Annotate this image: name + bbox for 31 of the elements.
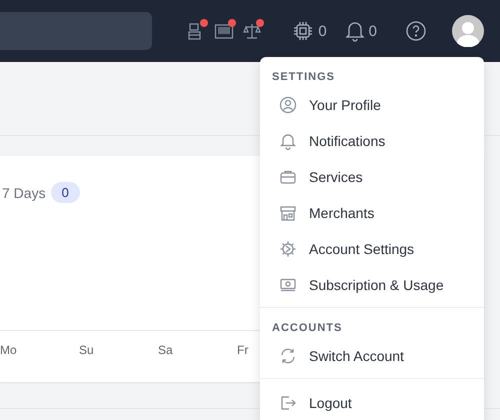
bell-icon[interactable] <box>344 20 365 42</box>
help-icon[interactable] <box>405 20 427 42</box>
axis-label: Su <box>79 343 95 359</box>
section-heading: SETTINGS <box>271 70 336 85</box>
menu-item[interactable]: Subscription & Usage <box>260 267 484 303</box>
profile-icon <box>279 96 297 114</box>
section-heading: ACCOUNTS <box>271 321 344 336</box>
search-field[interactable] <box>0 12 152 50</box>
menu-item[interactable]: Account Settings <box>260 231 484 267</box>
axis-label: Fr <box>237 343 250 359</box>
bell-icon <box>279 132 297 150</box>
chip-count: 0 <box>318 22 327 40</box>
axis-label: Sa <box>158 343 174 359</box>
avatar[interactable] <box>452 15 484 47</box>
menu-item[interactable]: Switch Account <box>260 338 484 374</box>
count-badge: 0 <box>50 182 80 203</box>
menu-item[interactable]: Services <box>260 159 484 195</box>
briefcase-icon <box>279 168 297 186</box>
menu-item[interactable]: Merchants <box>260 195 484 231</box>
gear-icon <box>279 240 297 258</box>
banknote-icon <box>279 276 297 294</box>
notification-count: 0 <box>368 22 377 40</box>
menu-item[interactable]: Notifications <box>260 123 484 159</box>
menu-item[interactable]: Logout <box>260 385 484 420</box>
store-icon <box>279 204 297 222</box>
refresh-icon <box>279 347 297 365</box>
menu-item[interactable]: Your Profile <box>260 87 484 123</box>
logout-icon <box>279 394 297 412</box>
chart-title: 7 Days <box>2 184 46 200</box>
axis-label: Mo <box>0 343 18 359</box>
chip-icon[interactable] <box>292 20 314 42</box>
